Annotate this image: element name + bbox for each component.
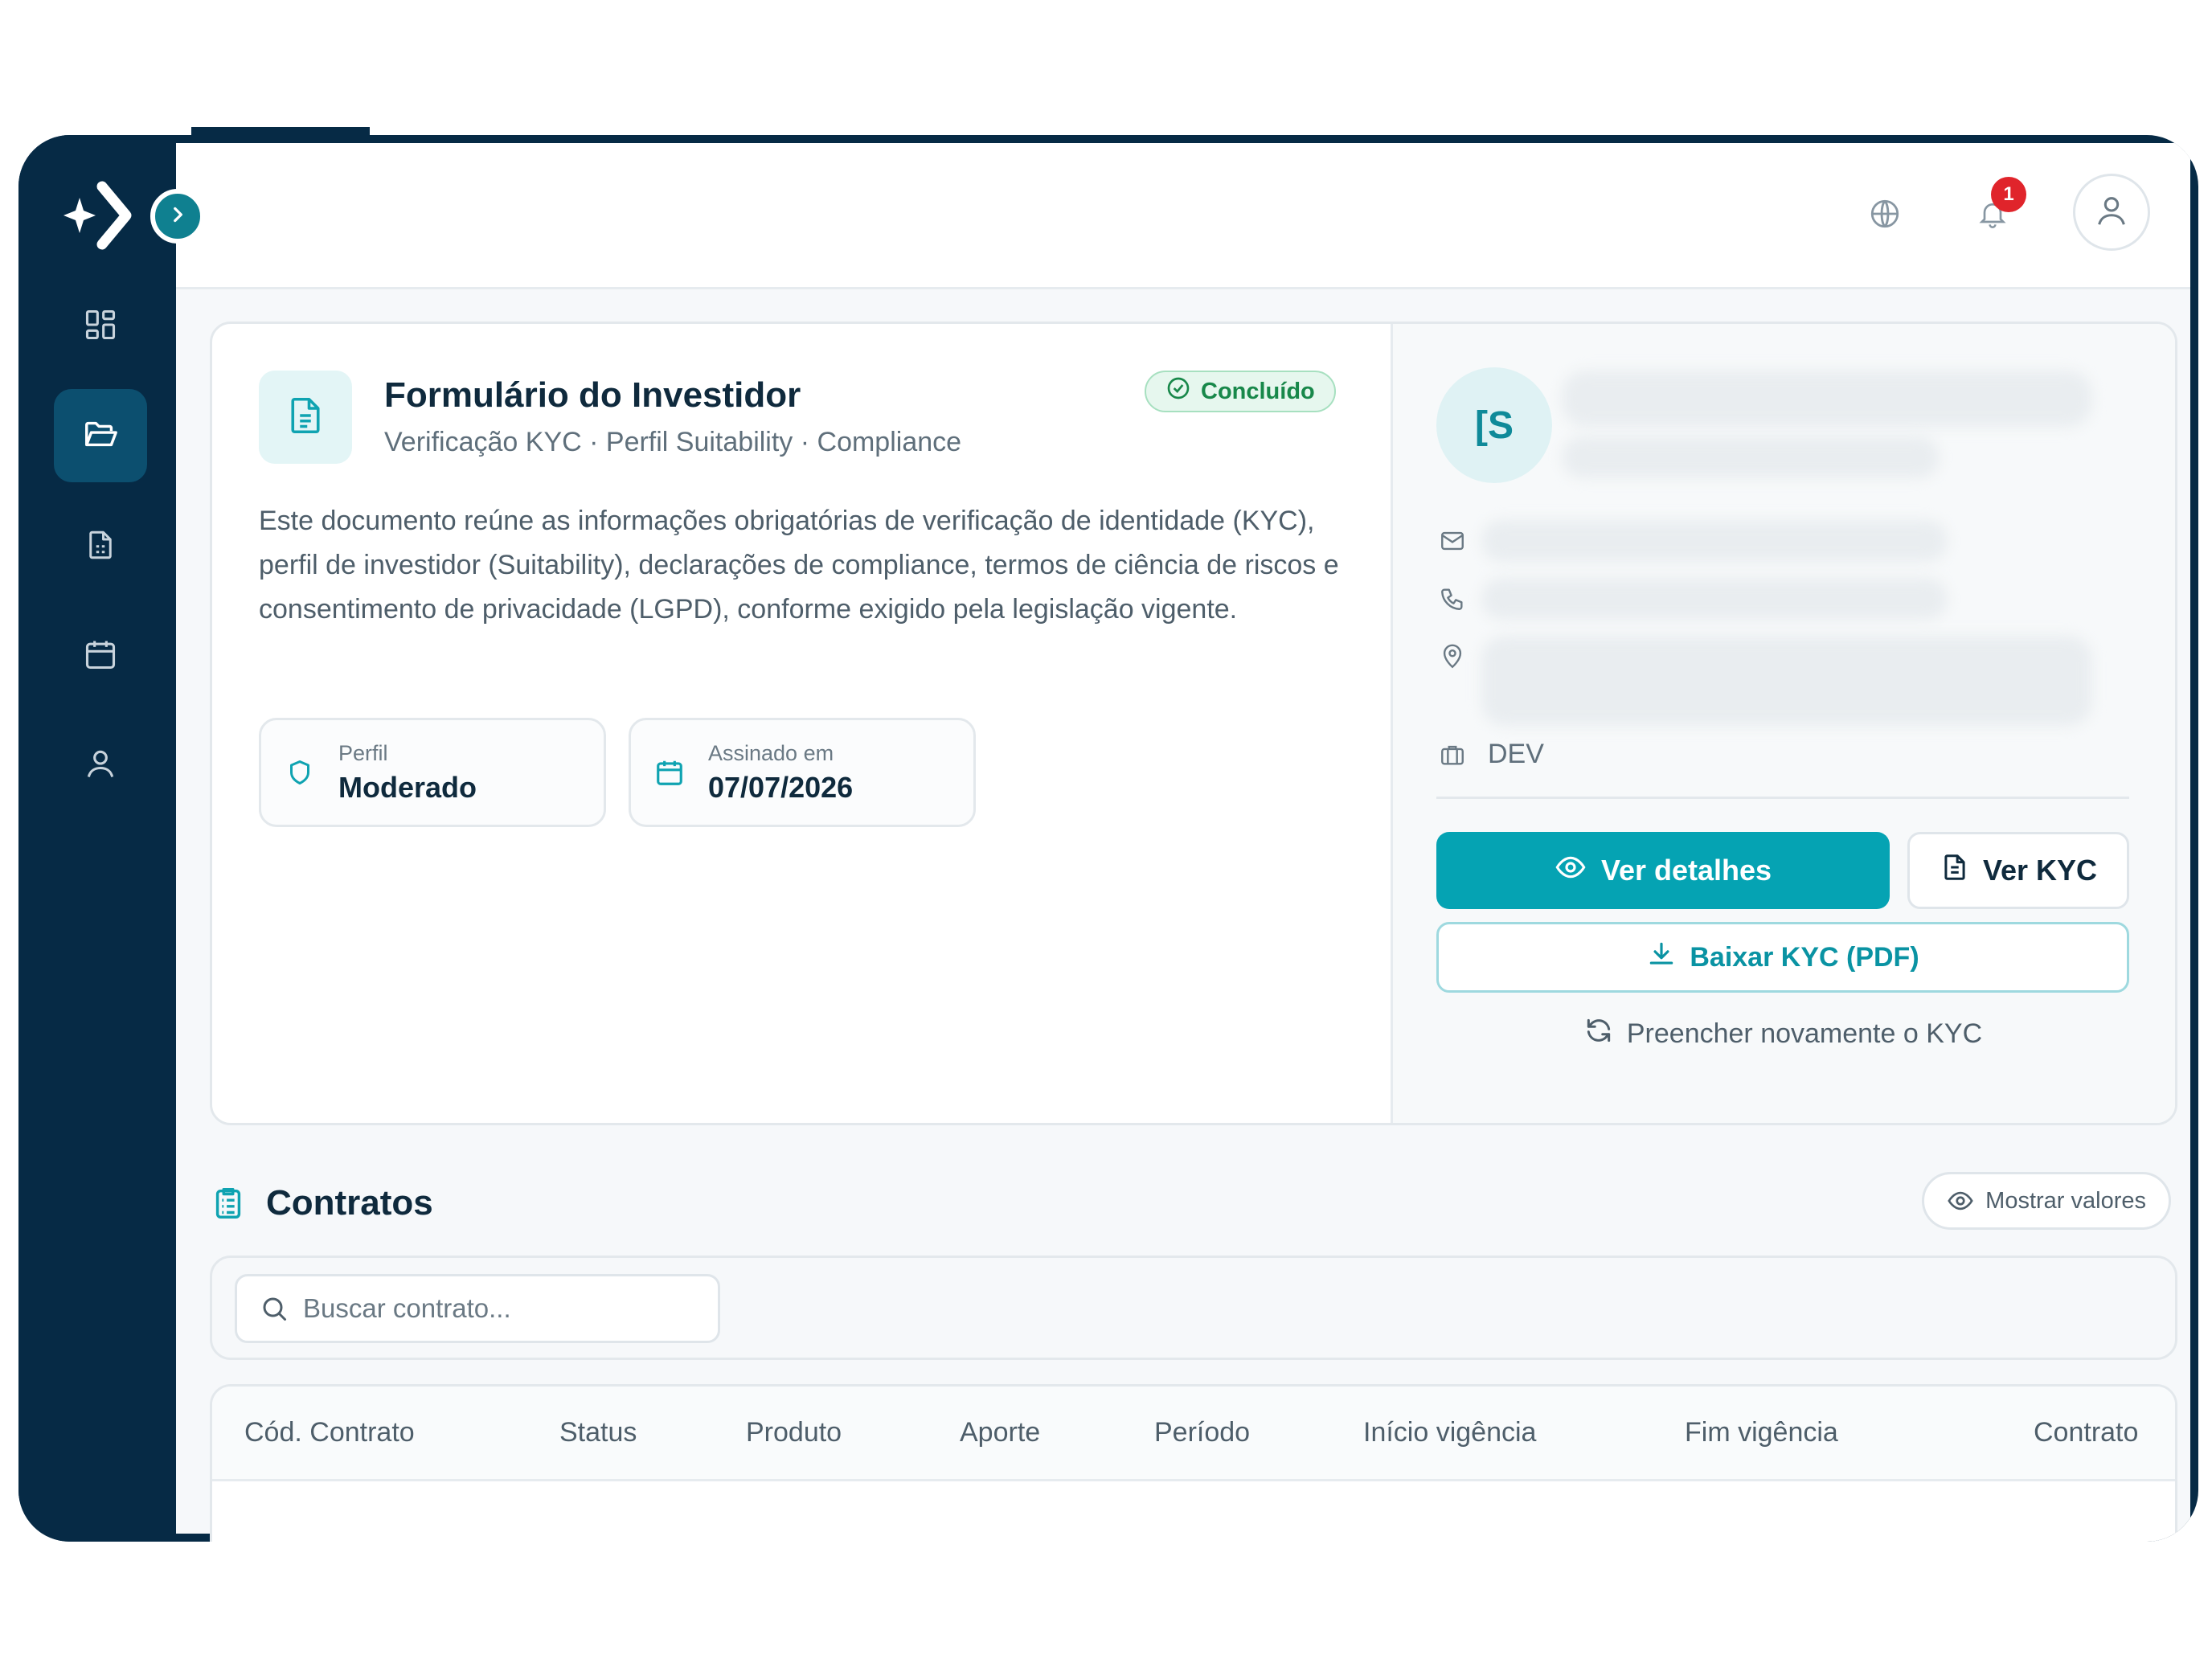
mail-icon (1436, 525, 1469, 557)
card-subtitle: Verificação KYC · Perfil Suitability · C… (384, 427, 962, 457)
contract-search-field[interactable] (235, 1274, 720, 1343)
file-text-icon (1940, 852, 1970, 890)
view-kyc-button[interactable]: Ver KYC (1907, 832, 2129, 909)
client-department: DEV (1488, 739, 1544, 769)
main-content: 1 Formulário do Investidor Verificação K… (176, 143, 2190, 1542)
column-contract[interactable]: Contrato (2034, 1417, 2138, 1448)
eye-icon (1947, 1187, 1974, 1215)
client-phone-redacted (1481, 578, 1948, 620)
eye-icon (1555, 851, 1587, 891)
nav-dashboard[interactable] (54, 280, 147, 373)
column-period[interactable]: Período (1154, 1417, 1250, 1448)
status-text: Concluído (1201, 378, 1315, 404)
globe-icon (1868, 197, 1902, 235)
download-icon (1646, 939, 1677, 977)
show-values-label: Mostrar valores (1985, 1187, 2146, 1214)
user-icon (83, 746, 118, 785)
top-bar: 1 (176, 143, 2190, 289)
signed-label: Assinado em (708, 740, 834, 765)
download-kyc-label: Baixar KYC (PDF) (1690, 941, 1919, 973)
client-email-redacted (1481, 520, 1948, 562)
column-end-date[interactable]: Fim vigência (1685, 1417, 1838, 1448)
profile-info-box: Perfil Moderado (259, 718, 606, 827)
table-header: Cód. Contrato Status Produto Aporte Perí… (212, 1387, 2175, 1481)
nav-profile[interactable] (54, 719, 147, 812)
view-details-label: Ver detalhes (1600, 854, 1772, 887)
contract-search-input[interactable] (303, 1293, 705, 1324)
contracts-table: Cód. Contrato Status Produto Aporte Perí… (210, 1384, 2177, 1542)
refresh-icon (1583, 1015, 1614, 1053)
shield-icon (261, 758, 338, 787)
file-text-icon (284, 394, 327, 441)
phone-icon (1436, 583, 1469, 615)
user-menu-button[interactable] (2073, 174, 2150, 251)
contracts-title: Contratos (266, 1183, 433, 1223)
card-title: Formulário do Investidor (384, 375, 801, 415)
document-icon-tile (259, 371, 352, 464)
profile-value: Moderado (338, 770, 477, 804)
kyc-card: Formulário do Investidor Verificação KYC… (210, 322, 2177, 1125)
calendar-icon (83, 637, 118, 676)
language-button[interactable] (1862, 193, 1907, 238)
view-details-button[interactable]: Ver detalhes (1436, 832, 1890, 909)
client-avatar: [S (1436, 367, 1552, 483)
column-status[interactable]: Status (559, 1417, 637, 1448)
signed-value: 07/07/2026 (708, 770, 854, 804)
profile-label: Perfil (338, 740, 388, 765)
divider (1436, 797, 2129, 799)
show-values-button[interactable]: Mostrar valores (1922, 1172, 2171, 1230)
sidebar-toggle-button[interactable] (150, 189, 205, 244)
column-code[interactable]: Cód. Contrato (244, 1417, 415, 1448)
card-description: Este documento reúne as informações obri… (259, 506, 1339, 625)
refill-kyc-button[interactable]: Preencher novamente o KYC (1436, 1006, 2129, 1062)
column-start-date[interactable]: Início vigência (1363, 1417, 1536, 1448)
calendar-icon (631, 757, 708, 788)
location-pin-icon (1436, 641, 1469, 673)
column-product[interactable]: Produto (746, 1417, 842, 1448)
view-kyc-label: Ver KYC (1982, 854, 2098, 887)
app-logo[interactable] (55, 175, 144, 256)
clipboard-list-icon (210, 1185, 247, 1222)
user-icon (2093, 192, 2130, 233)
window-top-accent (191, 127, 370, 135)
download-kyc-button[interactable]: Baixar KYC (PDF) (1436, 922, 2129, 993)
status-badge: Concluído (1145, 371, 1336, 412)
check-circle-icon (1165, 375, 1191, 408)
search-icon (260, 1294, 289, 1323)
app-window: 1 Formulário do Investidor Verificação K… (18, 135, 2198, 1542)
nav-reports[interactable] (54, 500, 147, 593)
document-icon (84, 528, 117, 566)
column-contribution[interactable]: Aporte (960, 1417, 1040, 1448)
signed-info-box: Assinado em 07/07/2026 (629, 718, 976, 827)
client-name-redacted (1562, 371, 2092, 427)
client-id-redacted (1562, 436, 1940, 478)
folder-open-icon (82, 416, 119, 457)
nav-calendar[interactable] (54, 609, 147, 703)
chevron-right-icon (167, 204, 188, 229)
sidebar (18, 135, 176, 1542)
refill-kyc-label: Preencher novamente o KYC (1626, 1018, 1983, 1049)
dashboard-icon (83, 307, 118, 346)
notifications-button[interactable]: 1 (1970, 177, 2026, 238)
notification-badge: 1 (1991, 177, 2026, 212)
briefcase-icon (1436, 739, 1469, 771)
client-panel: [S DEV Ver detalhes Ver KYC Baixar KYC (… (1391, 324, 2175, 1123)
nav-documents[interactable] (54, 389, 147, 482)
search-panel (210, 1256, 2177, 1360)
contracts-header: Contratos (210, 1183, 433, 1223)
client-address-redacted (1481, 636, 2092, 726)
